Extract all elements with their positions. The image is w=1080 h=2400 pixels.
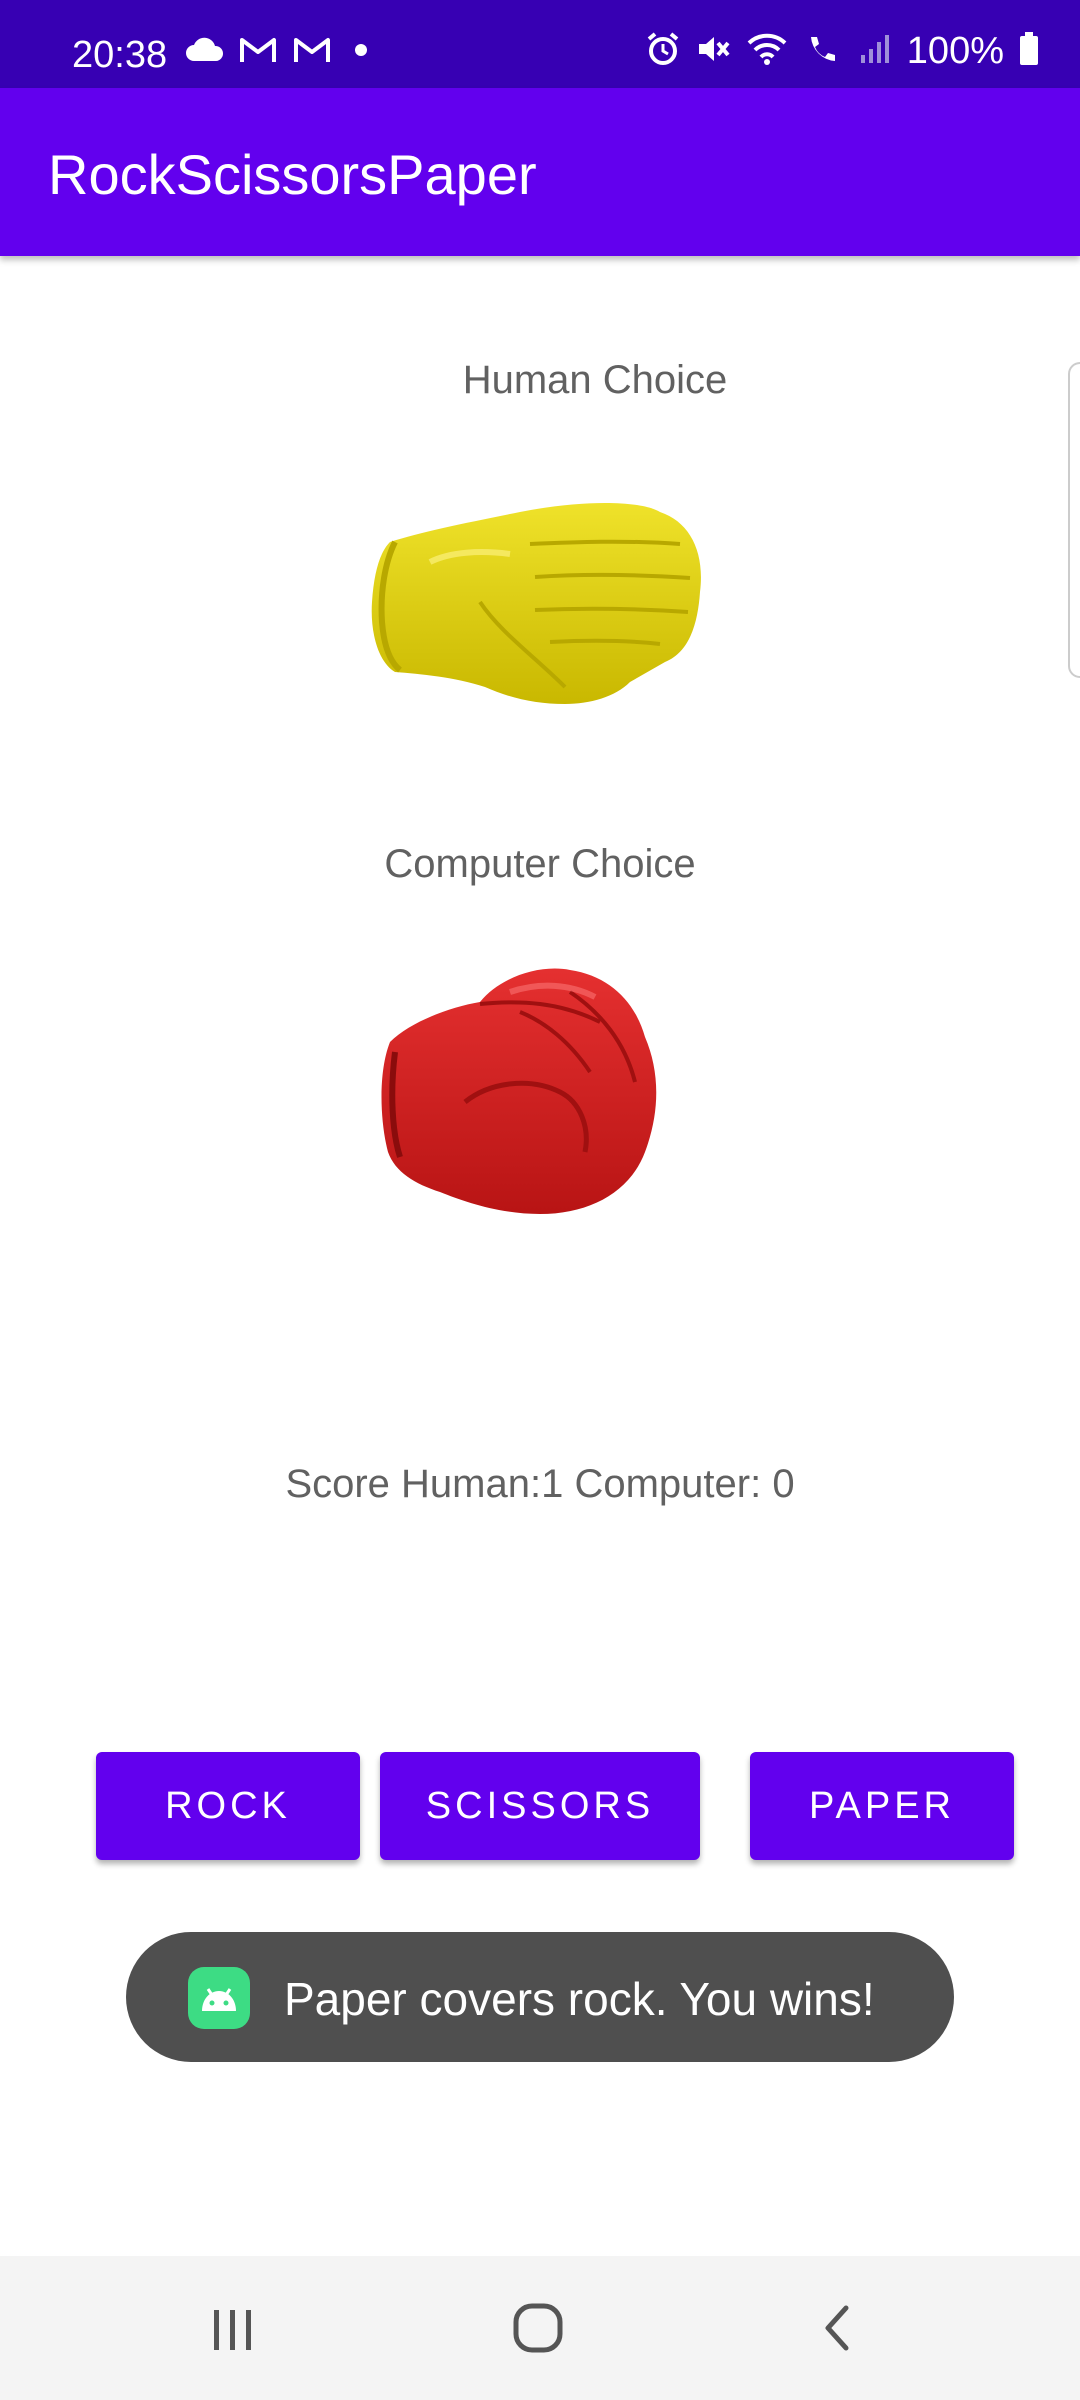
rock-fist-icon [370,952,680,1232]
home-icon[interactable] [508,2300,568,2361]
mute-icon [695,31,731,72]
wifi-calling-icon [803,31,843,72]
signal-icon [857,31,893,72]
battery-icon [1018,31,1040,72]
rock-button[interactable]: ROCK [96,1752,360,1860]
status-right-icons: 100% [645,30,1040,73]
android-app-icon [188,1967,250,2029]
app-bar: RockScissorsPaper [0,88,1080,256]
human-choice-label: Human Choice [462,358,728,402]
battery-percentage: 100% [906,30,1004,72]
toast-text: Paper covers rock. You wins! [284,1973,875,2025]
computer-choice-label: Computer Choice [384,842,696,886]
alarm-icon [645,31,681,72]
paper-hand-icon [360,482,720,752]
gmail-icon [238,36,278,69]
app-title: RockScissorsPaper [48,143,537,206]
toast-message: Paper covers rock. You wins! [126,1932,954,2062]
score-label: Score Human:1 Computer: 0 [285,1462,795,1506]
scissors-button[interactable]: SCISSORS [380,1752,700,1860]
dot-icon [346,36,376,69]
recents-icon[interactable] [208,2300,258,2361]
wifi-icon [745,31,789,72]
navigation-bar [0,2256,1080,2400]
cloud-icon [184,37,224,68]
status-left-icons [184,36,376,69]
gmail-icon [292,36,332,69]
status-bar: 20:38 100% [0,0,1080,88]
paper-button[interactable]: PAPER [750,1752,1014,1860]
back-icon[interactable] [818,2300,858,2361]
side-edge-handle[interactable] [1068,362,1080,678]
status-time: 20:38 [72,34,168,76]
